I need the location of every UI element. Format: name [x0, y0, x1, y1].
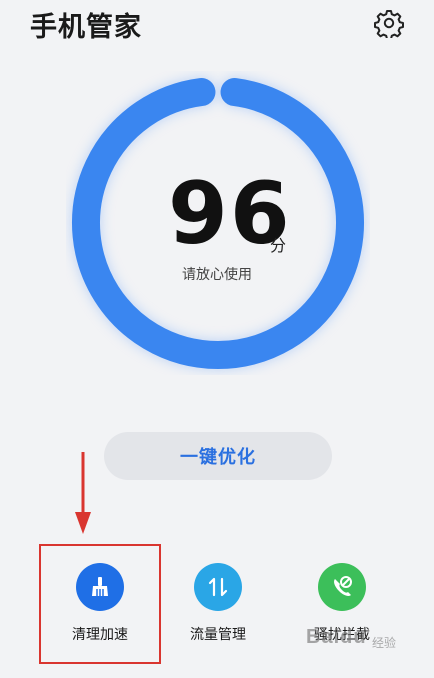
broom-icon	[76, 563, 124, 611]
one-click-optimize-button[interactable]: 一键优化	[104, 432, 332, 480]
tool-label: 清理加速	[72, 627, 128, 643]
tool-label: 流量管理	[190, 627, 246, 643]
score-status: 请放心使用	[182, 267, 252, 283]
page-title: 手机管家	[30, 12, 142, 43]
tool-clean-speedup[interactable]: 清理加速	[40, 563, 160, 644]
watermark-sub: 经验	[372, 636, 397, 650]
score-unit: 分	[270, 236, 287, 255]
data-traffic-icon	[194, 563, 242, 611]
tool-data-management[interactable]: 流量管理	[158, 563, 278, 644]
block-call-icon	[318, 563, 366, 611]
gear-icon[interactable]	[374, 8, 404, 38]
watermark-logo: Baidu	[306, 626, 367, 648]
annotation-arrow	[75, 452, 91, 534]
